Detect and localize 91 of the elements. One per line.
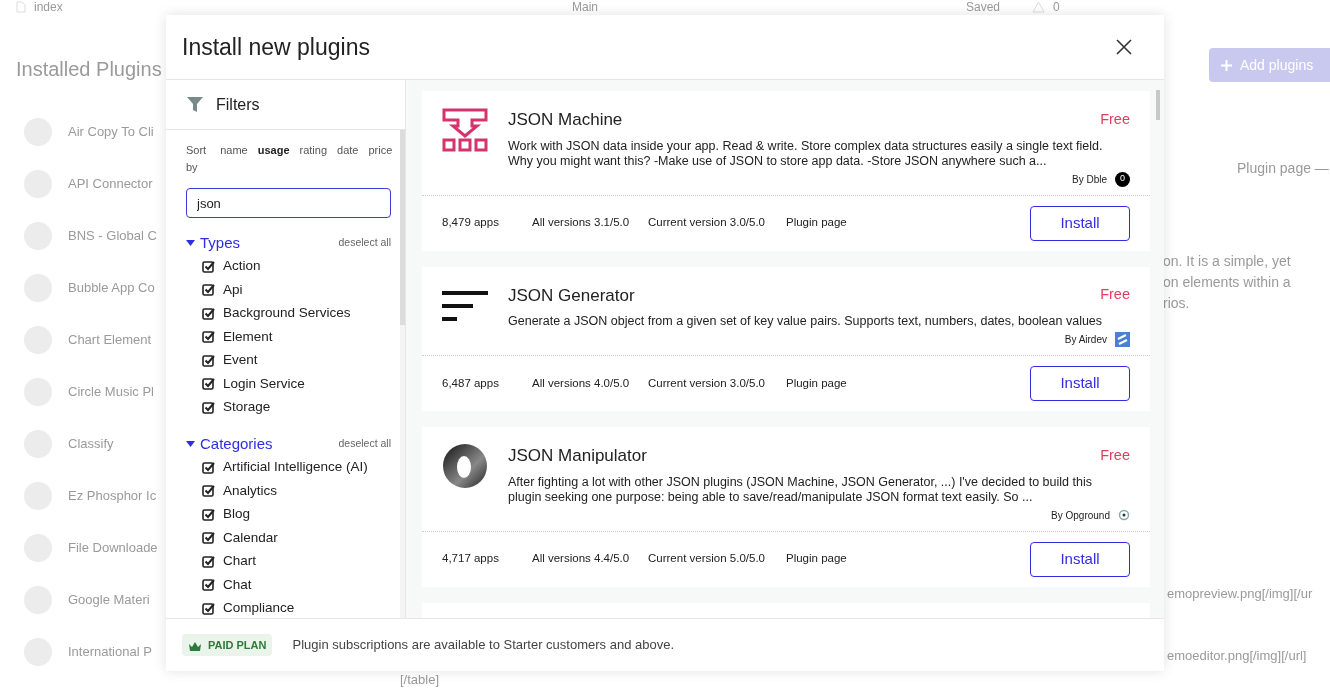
table-tag: [/table] bbox=[400, 670, 440, 690]
image-markup: emopreview.png[/img][/ur bbox=[1167, 585, 1313, 603]
plugin-page-link[interactable]: Plugin page bbox=[786, 214, 847, 232]
filter-option[interactable]: Storage bbox=[223, 397, 271, 418]
install-button[interactable]: Install bbox=[1030, 366, 1130, 401]
lines-icon bbox=[442, 290, 488, 323]
deselect-all-link[interactable]: deselect all bbox=[338, 235, 391, 252]
author-logo-icon bbox=[1118, 509, 1130, 521]
search-field[interactable]: json bbox=[186, 188, 391, 218]
checked-checkbox-icon[interactable] bbox=[202, 353, 215, 367]
checked-checkbox-icon[interactable] bbox=[202, 259, 215, 273]
all-versions-rating: All versions 3.1/5.0 bbox=[532, 215, 631, 231]
image-markup: emoeditor.png[/img][/url] bbox=[1167, 646, 1307, 665]
sort-option[interactable]: rating bbox=[299, 142, 328, 175]
checked-checkbox-icon[interactable] bbox=[202, 330, 215, 344]
close-icon[interactable] bbox=[1116, 39, 1132, 55]
price-label: Free bbox=[1100, 445, 1130, 465]
plugin-page-link[interactable]: Plugin page bbox=[786, 374, 847, 393]
page-title: Installed Plugins bbox=[16, 57, 163, 82]
author-badge: 0 bbox=[1115, 171, 1130, 187]
issue-count: 0 bbox=[1053, 0, 1060, 16]
checked-checkbox-icon[interactable] bbox=[202, 283, 215, 297]
plugin-name[interactable]: JSON Generator bbox=[508, 282, 635, 308]
checked-checkbox-icon[interactable] bbox=[202, 400, 215, 414]
group-heading[interactable]: Types bbox=[200, 232, 241, 255]
filter-option[interactable]: Login Service bbox=[223, 373, 305, 394]
checked-checkbox-icon[interactable] bbox=[202, 484, 215, 498]
filters-heading: Filters bbox=[216, 94, 260, 115]
checked-checkbox-icon[interactable] bbox=[202, 531, 215, 545]
sort-option[interactable]: usage bbox=[257, 142, 290, 175]
checked-checkbox-icon[interactable] bbox=[202, 306, 215, 320]
app-count: 4,717 apps bbox=[442, 551, 500, 567]
filter-option[interactable]: Event bbox=[223, 350, 258, 371]
group-heading[interactable]: Categories bbox=[200, 433, 273, 456]
plugin-description: Work with JSON data inside your app. Read & write. Store complex data structures easily a single text field. Why you might want this? -Make use of JSON to store app data. -Store JSON anywhere such a... bbox=[508, 138, 1104, 169]
filter-option[interactable]: Artificial Intelligence (AI) bbox=[223, 457, 368, 478]
filter-icon bbox=[186, 96, 204, 113]
dialog-title: Install new plugins bbox=[182, 32, 370, 62]
warning-icon bbox=[1032, 1, 1046, 13]
app-count: 6,487 apps bbox=[442, 375, 500, 391]
ring-icon bbox=[442, 443, 488, 489]
sort-option[interactable]: name bbox=[220, 142, 248, 175]
checked-checkbox-icon[interactable] bbox=[202, 578, 215, 592]
checked-checkbox-icon[interactable] bbox=[202, 554, 215, 568]
author-logo-icon bbox=[1115, 332, 1130, 347]
plugin-name[interactable]: JSON Machine bbox=[508, 107, 623, 133]
current-version-rating: Current version 3.0/5.0 bbox=[648, 215, 766, 231]
paid-plan-badge: PAID PLAN bbox=[182, 633, 273, 657]
checked-checkbox-icon[interactable] bbox=[202, 507, 215, 521]
plugin-description: After fighting a lot with other JSON plugins (JSON Machine, JSON Generator, ...) I've decided to build this plugin seeking one purpose: being able to save/read/manipulate JSON format text easily. So ... bbox=[508, 474, 1093, 505]
download-boxes-icon bbox=[442, 107, 488, 153]
author-name[interactable]: By Opground bbox=[1051, 507, 1110, 523]
description-text: on. It is a simple, yet on elements within a rios. bbox=[1163, 252, 1292, 313]
checked-checkbox-icon[interactable] bbox=[202, 377, 215, 391]
filter-option[interactable]: Action bbox=[223, 256, 261, 277]
install-button[interactable]: Install bbox=[1030, 205, 1130, 241]
scrollbar-thumb bbox=[1156, 90, 1160, 120]
author-name[interactable]: By Dble bbox=[1072, 171, 1107, 187]
footer-note: Plugin subscriptions are available to Starter customers and above. bbox=[292, 636, 674, 655]
sort-option[interactable]: date bbox=[337, 142, 359, 175]
checked-checkbox-icon[interactable] bbox=[202, 460, 215, 474]
filter-option[interactable]: Chat bbox=[223, 574, 252, 595]
caret-icon[interactable] bbox=[186, 239, 195, 247]
price-label: Free bbox=[1100, 109, 1130, 129]
plugin-description: Generate a JSON object from a given set of key value pairs. Supports text, numbers, dates, boolean values bbox=[508, 314, 1104, 329]
filter-option[interactable]: Background Services bbox=[223, 303, 351, 324]
current-version-rating: Current version 3.0/5.0 bbox=[648, 375, 766, 391]
filter-option[interactable]: Compliance bbox=[223, 598, 295, 618]
plugin-page-link[interactable]: Plugin page bbox=[786, 550, 847, 568]
current-version-rating: Current version 5.0/5.0 bbox=[648, 551, 766, 567]
install-button[interactable]: Install bbox=[1030, 541, 1130, 577]
filter-option[interactable]: Element bbox=[223, 326, 273, 347]
filter-option[interactable]: Analytics bbox=[223, 480, 278, 501]
plus-icon bbox=[1221, 59, 1232, 71]
price-label: Free bbox=[1100, 285, 1130, 305]
filter-option[interactable]: Calendar bbox=[223, 527, 278, 548]
checked-checkbox-icon[interactable] bbox=[202, 601, 215, 615]
sort-label: Sort by bbox=[186, 143, 207, 175]
save-status: Saved bbox=[966, 0, 1001, 16]
all-versions-rating: All versions 4.4/5.0 bbox=[532, 551, 631, 567]
sort-option[interactable]: price bbox=[368, 142, 393, 175]
app-count: 8,479 apps bbox=[442, 215, 500, 231]
filter-option[interactable]: Api bbox=[223, 279, 243, 300]
filter-option[interactable]: Blog bbox=[223, 504, 251, 525]
page-icon bbox=[16, 1, 26, 13]
caret-icon[interactable] bbox=[186, 440, 195, 448]
author-name[interactable]: By Airdev bbox=[1064, 332, 1107, 347]
deselect-all-link[interactable]: deselect all bbox=[338, 436, 391, 453]
all-versions-rating: All versions 4.0/5.0 bbox=[532, 375, 631, 391]
plugin-name[interactable]: JSON Manipulator bbox=[508, 443, 647, 469]
filter-option[interactable]: Chart bbox=[223, 551, 256, 572]
